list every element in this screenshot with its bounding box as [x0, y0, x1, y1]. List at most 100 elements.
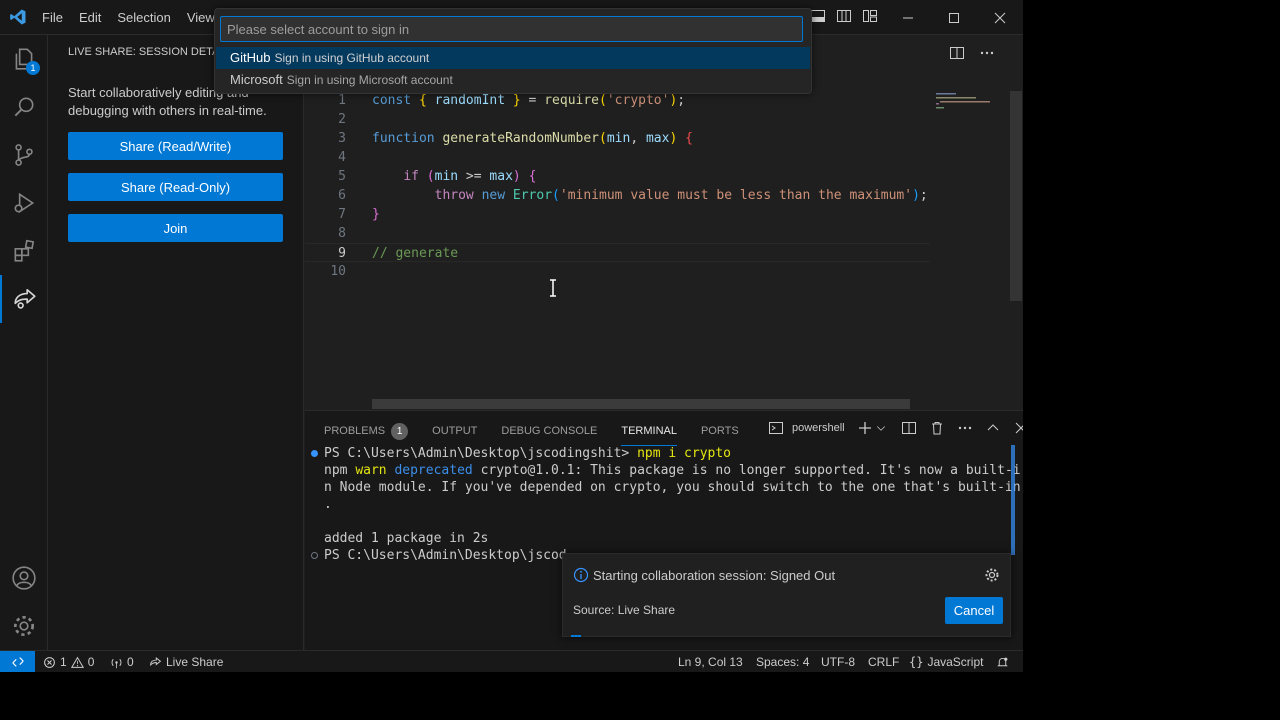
radio-tower-icon	[111, 658, 122, 668]
vscode-logo-icon	[10, 9, 26, 25]
terminal-output[interactable]: PS C:\Users\Admin\Desktop\jscodingshit> …	[305, 445, 1021, 564]
more-actions-icon[interactable]	[957, 420, 973, 436]
indentation-status[interactable]: Spaces: 4	[756, 651, 809, 672]
split-editor-icon[interactable]	[949, 45, 965, 61]
toggle-secondary-sidebar-icon[interactable]	[836, 8, 852, 24]
layout-controls	[810, 8, 878, 24]
split-terminal-icon[interactable]	[901, 420, 917, 436]
notification-toast: Starting collaboration session: Signed O…	[562, 553, 1011, 637]
menu-edit[interactable]: Edit	[71, 10, 109, 25]
code-line: 6 throw new Error('minimum value must be…	[338, 188, 928, 203]
cancel-button[interactable]: Cancel	[945, 597, 1003, 624]
remote-indicator[interactable]	[0, 651, 35, 672]
tab-terminal[interactable]: TERMINAL	[621, 422, 677, 446]
quick-pick-input[interactable]	[220, 16, 803, 42]
activity-live-share[interactable]	[0, 275, 48, 323]
terminal-scrollbar[interactable]	[1011, 445, 1015, 555]
maximize-icon	[949, 12, 959, 23]
activity-accounts[interactable]	[0, 554, 48, 602]
run-debug-icon	[14, 192, 35, 214]
editor-vertical-scrollbar[interactable]	[1010, 91, 1022, 301]
share-read-write-button[interactable]: Share (Read/Write)	[68, 132, 283, 160]
activity-search[interactable]	[0, 83, 48, 131]
trash-icon[interactable]	[929, 420, 945, 436]
explorer-badge: 1	[26, 61, 40, 75]
quick-pick-item-microsoft[interactable]: Microsoft Sign in using Microsoft account	[216, 69, 810, 91]
minimize-button[interactable]	[885, 0, 931, 35]
eol-status[interactable]: CRLF	[868, 651, 899, 672]
tab-problems[interactable]: PROBLEMS 1	[324, 422, 409, 440]
editor-horizontal-scrollbar[interactable]	[372, 399, 910, 409]
live-share-status[interactable]: Live Share	[149, 651, 223, 672]
code-editor[interactable]: 1 const { randomInt } = require('crypto')…	[305, 91, 930, 281]
activity-extensions[interactable]	[0, 227, 48, 275]
braces-icon: {}	[909, 655, 924, 669]
search-icon	[14, 97, 34, 117]
command-success-icon	[311, 450, 318, 457]
maximize-panel-icon[interactable]	[985, 420, 1001, 436]
code-line: 7}	[338, 207, 380, 222]
more-actions-icon[interactable]	[979, 45, 995, 61]
live-share-icon	[14, 288, 36, 309]
info-icon	[573, 567, 589, 583]
command-pending-icon	[311, 552, 318, 559]
tab-ports[interactable]: PORTS	[701, 422, 739, 440]
chevron-down-icon[interactable]	[875, 420, 887, 436]
minimap[interactable]	[930, 91, 1010, 411]
maximize-button[interactable]	[931, 0, 977, 35]
code-line: 4	[338, 150, 346, 165]
join-button[interactable]: Join	[68, 214, 283, 242]
live-share-icon	[150, 656, 162, 666]
editor-actions	[949, 45, 995, 61]
activity-bar: 1	[0, 35, 48, 650]
quick-pick-item-github[interactable]: GitHub Sign in using GitHub account	[216, 47, 810, 69]
tab-debug-console[interactable]: DEBUG CONSOLE	[501, 422, 597, 440]
problems-status[interactable]: 1 0	[43, 651, 94, 672]
code-line: 2	[338, 112, 346, 127]
remote-icon	[11, 657, 24, 667]
activity-source-control[interactable]	[0, 131, 48, 179]
gear-icon[interactable]	[984, 567, 1000, 583]
code-line: 10	[330, 264, 346, 279]
add-terminal-icon[interactable]	[857, 420, 873, 436]
notifications-status[interactable]	[996, 651, 1009, 672]
encoding-status[interactable]: UTF-8	[821, 651, 855, 672]
gear-icon	[13, 615, 35, 637]
share-read-only-button[interactable]: Share (Read-Only)	[68, 173, 283, 201]
bell-icon	[997, 657, 1008, 666]
tab-output[interactable]: OUTPUT	[432, 422, 477, 440]
activity-manage[interactable]	[0, 602, 48, 650]
menu-selection[interactable]: Selection	[109, 10, 178, 25]
close-panel-icon[interactable]	[1013, 420, 1023, 436]
activity-run-debug[interactable]	[0, 179, 48, 227]
code-line: 3 function generateRandomNumber(min, max)…	[338, 131, 693, 146]
terminal-icon	[769, 422, 783, 434]
sidebar-title: LIVE SHARE: SESSION DETAILS	[68, 46, 236, 58]
panel-tabs: PROBLEMS 1 OUTPUT DEBUG CONSOLE TERMINAL …	[324, 422, 763, 446]
error-icon	[44, 656, 55, 668]
cursor-position-status[interactable]: Ln 9, Col 13	[678, 651, 743, 672]
terminal-line: added 1 package in 2s	[324, 531, 489, 546]
close-icon	[994, 12, 1006, 23]
ports-status[interactable]: 0	[110, 651, 134, 672]
account-quick-pick: GitHubSign in using GitHub account Micro…	[214, 8, 812, 94]
toggle-panel-icon[interactable]	[810, 8, 826, 24]
notification-message: Starting collaboration session: Signed O…	[593, 568, 836, 583]
code-line: 5 if (min >= max) {	[338, 169, 537, 184]
menu-file[interactable]: File	[34, 10, 71, 25]
close-window-button[interactable]	[977, 0, 1023, 35]
warning-icon	[70, 656, 84, 668]
code-line-current: 9// generate	[305, 243, 930, 262]
activity-explorer[interactable]: 1	[0, 35, 48, 83]
panel-actions: powershell	[768, 420, 1023, 436]
code-line: 8	[338, 226, 346, 241]
language-mode-status[interactable]: {} JavaScript	[909, 651, 983, 672]
text-cursor-icon	[550, 279, 556, 297]
terminal-line: n Node module. If you've depended on cry…	[324, 480, 1021, 495]
terminal-profile-label[interactable]: powershell	[792, 422, 845, 434]
notification-progress	[571, 635, 581, 637]
live-share-sidebar: LIVE SHARE: SESSION DETAILS Start collab…	[48, 35, 304, 650]
minimize-icon	[903, 17, 913, 18]
customize-layout-icon[interactable]	[862, 8, 878, 24]
terminal-line: npm warn deprecated crypto@1.0.1: This p…	[324, 463, 1021, 478]
